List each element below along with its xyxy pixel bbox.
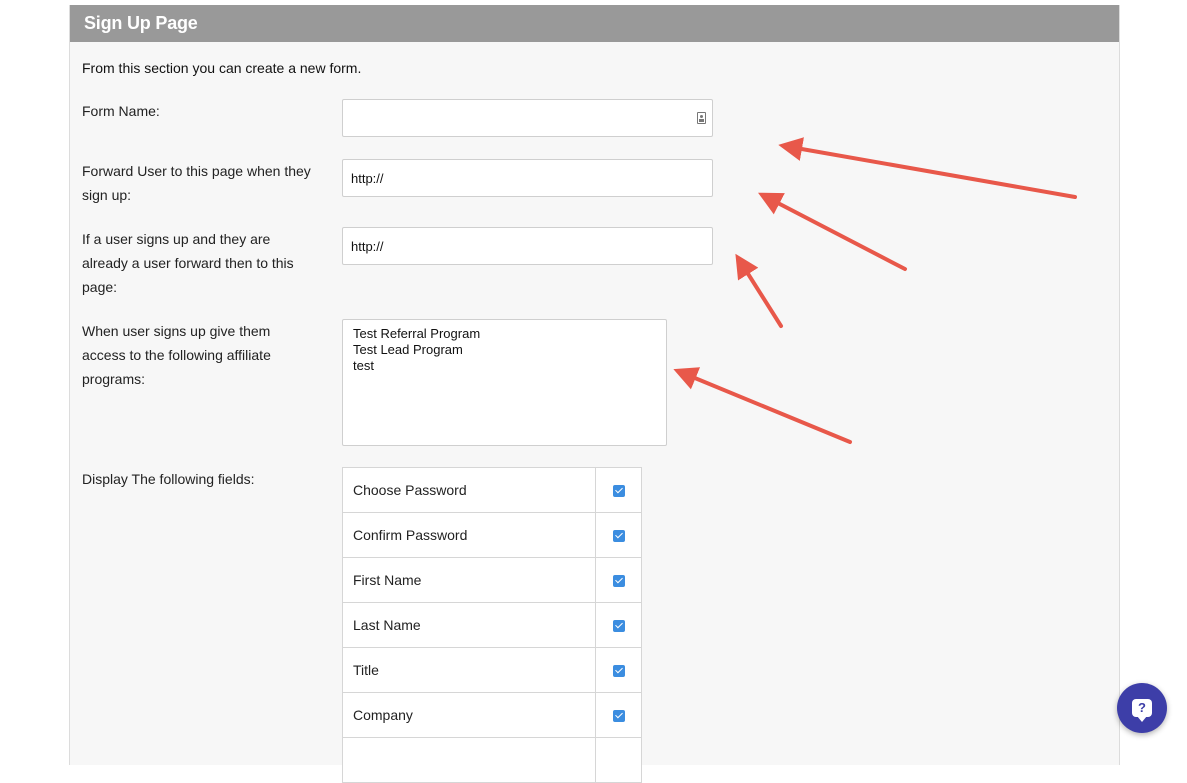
first-name-checkbox[interactable] xyxy=(612,575,625,588)
contact-card-icon[interactable] xyxy=(697,112,706,124)
help-chat-icon: ? xyxy=(1132,699,1152,722)
display-fields-table: Choose Password Confirm Password First N… xyxy=(342,467,642,783)
table-row: Last Name xyxy=(342,602,642,648)
existing-user-label-line3: page: xyxy=(82,279,118,295)
form-name-input[interactable] xyxy=(342,99,713,137)
field-label: Last Name xyxy=(342,602,596,648)
existing-user-label-line2: already a user forward then to this xyxy=(82,255,294,271)
table-row: Company xyxy=(342,692,642,738)
table-row: Confirm Password xyxy=(342,512,642,558)
affiliate-programs-label: When user signs up give them access to t… xyxy=(82,319,271,391)
forward-url-label-line2: sign up: xyxy=(82,187,132,203)
choose-password-checkbox[interactable] xyxy=(612,485,625,498)
table-row: Choose Password xyxy=(342,467,642,513)
field-label: Company xyxy=(342,692,596,738)
program-option[interactable]: Test Lead Program xyxy=(353,342,656,358)
intro-text: From this section you can create a new f… xyxy=(82,60,362,76)
forward-url-label-line1: Forward User to this page when they xyxy=(82,163,311,179)
sign-up-panel: Sign Up Page From this section you can c… xyxy=(69,5,1120,783)
programs-label-line1: When user signs up give them xyxy=(82,323,271,339)
forward-url-label: Forward User to this page when they sign… xyxy=(82,159,311,207)
table-row: Title xyxy=(342,647,642,693)
table-row: First Name xyxy=(342,557,642,603)
display-fields-label: Display The following fields: xyxy=(82,471,255,487)
field-label: First Name xyxy=(342,557,596,603)
field-label: Confirm Password xyxy=(342,512,596,558)
programs-label-line3: programs: xyxy=(82,371,146,387)
last-name-checkbox[interactable] xyxy=(612,620,625,633)
existing-user-label-line1: If a user signs up and they are xyxy=(82,231,271,247)
confirm-password-checkbox[interactable] xyxy=(612,530,625,543)
field-label xyxy=(342,737,596,783)
program-option[interactable]: Test Referral Program xyxy=(353,326,656,342)
field-label: Title xyxy=(342,647,596,693)
help-chat-button[interactable]: ? xyxy=(1117,683,1167,733)
forward-url-input[interactable]: http:// xyxy=(342,159,713,197)
program-option[interactable]: test xyxy=(353,358,656,374)
affiliate-programs-listbox[interactable]: Test Referral Program Test Lead Program … xyxy=(342,319,667,446)
table-row xyxy=(342,737,642,783)
field-label: Choose Password xyxy=(342,467,596,513)
existing-user-url-label: If a user signs up and they are already … xyxy=(82,227,294,299)
programs-label-line2: access to the following affiliate xyxy=(82,347,271,363)
title-checkbox[interactable] xyxy=(612,665,625,678)
company-checkbox[interactable] xyxy=(612,710,625,723)
existing-user-url-input[interactable]: http:// xyxy=(342,227,713,265)
form-name-label: Form Name: xyxy=(82,103,160,119)
panel-title: Sign Up Page xyxy=(70,5,1119,42)
